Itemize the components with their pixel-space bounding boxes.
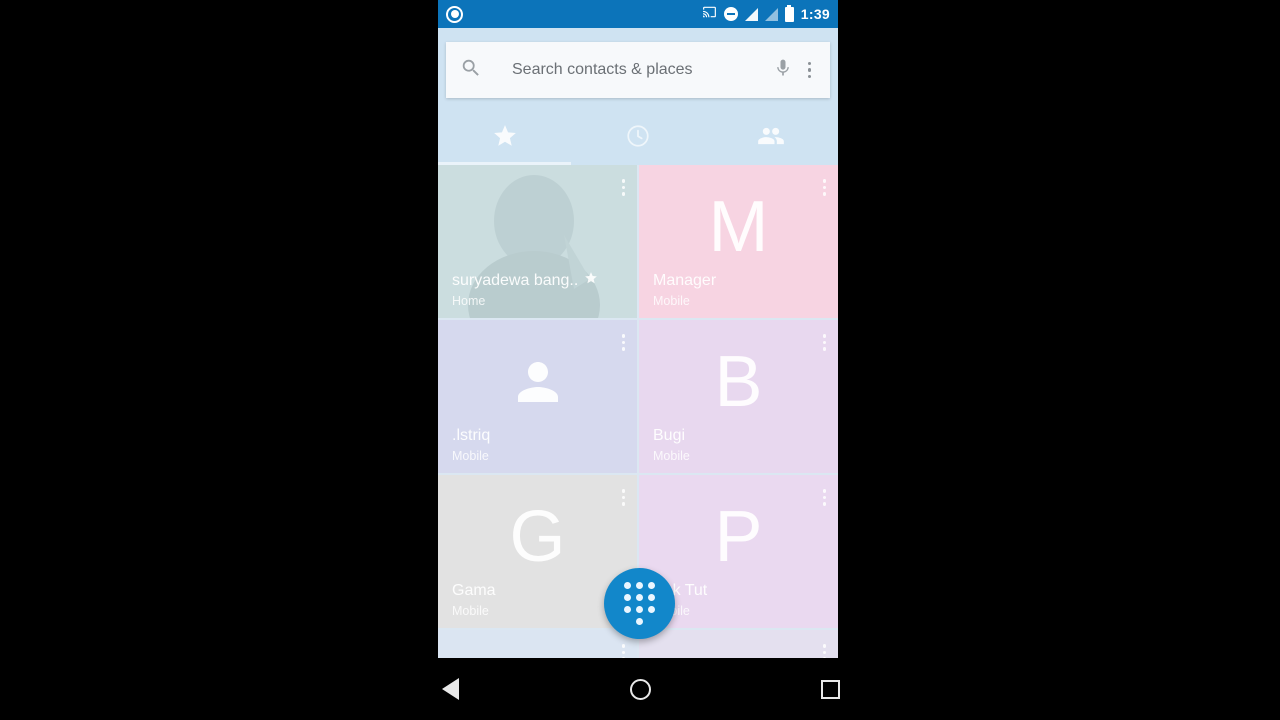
back-triangle-icon (441, 678, 459, 700)
tile-overflow-icon[interactable] (618, 175, 630, 200)
status-bar-clock: 1:39 (800, 6, 830, 22)
signal-icon-1 (744, 7, 758, 21)
tile-overflow-icon[interactable] (819, 485, 831, 510)
star-icon (492, 123, 518, 154)
contact-name: suryadewa bang.. (452, 272, 579, 289)
tile-overflow-icon[interactable] (618, 485, 630, 510)
search-icon (460, 57, 482, 84)
status-bar: 1:39 (438, 0, 838, 28)
phone-viewport: 1:39 Search contacts & places suryadewa … (438, 0, 838, 658)
screen-record-icon (446, 5, 463, 23)
microphone-icon[interactable] (773, 57, 793, 84)
search-input[interactable] (492, 61, 763, 79)
tab-recents[interactable] (571, 112, 704, 165)
nav-back-button[interactable] (430, 669, 470, 709)
tile-overflow-icon[interactable] (819, 640, 831, 658)
overflow-menu-icon[interactable] (803, 60, 817, 81)
device-screenshot: 1:39 Search contacts & places suryadewa … (0, 0, 1280, 720)
tile-name-row: Manager (653, 270, 824, 291)
recents-square-icon (820, 679, 840, 699)
person-icon (517, 361, 558, 402)
status-bar-right: 1:39 (702, 4, 830, 24)
contact-number-type: Home (452, 294, 486, 308)
search-bar-container (438, 28, 838, 112)
tile-overflow-icon[interactable] (819, 330, 831, 355)
favorite-tile[interactable]: B Bugi Mobile (639, 320, 838, 473)
status-bar-left (446, 5, 463, 23)
favorite-tile[interactable]: suryadewa bang.. Home (438, 165, 637, 318)
dialpad-icon (624, 582, 655, 625)
tile-name-row: Bugi (653, 425, 824, 446)
favorite-tile[interactable] (438, 630, 637, 658)
contact-name: Manager (653, 272, 717, 289)
contact-number-type: Mobile (653, 449, 690, 463)
clock-icon (625, 123, 651, 154)
signal-icon-2 (764, 7, 778, 21)
search-bar[interactable] (446, 42, 830, 98)
tab-contacts[interactable] (705, 112, 838, 165)
favorite-tile[interactable]: .lstriq Mobile (438, 320, 637, 473)
tile-name-row: Pak Tut (653, 580, 824, 601)
people-icon (757, 122, 785, 155)
dialpad-fab-button[interactable] (604, 568, 675, 639)
tile-name-row: .lstriq (452, 425, 623, 446)
nav-recents-button[interactable] (810, 669, 850, 709)
tile-overflow-icon[interactable] (819, 175, 831, 200)
battery-icon (784, 4, 794, 22)
contact-number-type: Mobile (452, 604, 489, 618)
tile-overflow-icon[interactable] (618, 640, 630, 658)
tile-info: Bugi Mobile (639, 425, 838, 465)
favorite-tile[interactable]: M Manager Mobile (639, 165, 838, 318)
contact-number-type: Mobile (653, 294, 690, 308)
tab-bar (438, 112, 838, 165)
tile-name-row: Gama (452, 580, 623, 601)
android-navigation-bar (0, 658, 1280, 720)
contact-name: Bugi (653, 427, 686, 444)
favorite-tile[interactable] (639, 630, 838, 658)
contact-name: .lstriq (452, 427, 491, 444)
cast-icon (702, 5, 717, 24)
contact-number-type: Mobile (452, 449, 489, 463)
tab-favorites[interactable] (438, 112, 571, 165)
star-badge-icon (584, 270, 598, 291)
contact-number-type: Mobile (653, 602, 824, 620)
tile-overflow-icon[interactable] (618, 330, 630, 355)
tile-info: .lstriq Mobile (438, 425, 637, 465)
contact-name: Gama (452, 582, 496, 599)
nav-home-button[interactable] (620, 669, 660, 709)
tile-info: suryadewa bang.. Home (438, 270, 637, 310)
tile-name-row: suryadewa bang.. (452, 270, 623, 291)
home-circle-icon (629, 678, 651, 700)
do-not-disturb-icon (723, 7, 738, 21)
tile-info: Manager Mobile (639, 270, 838, 310)
